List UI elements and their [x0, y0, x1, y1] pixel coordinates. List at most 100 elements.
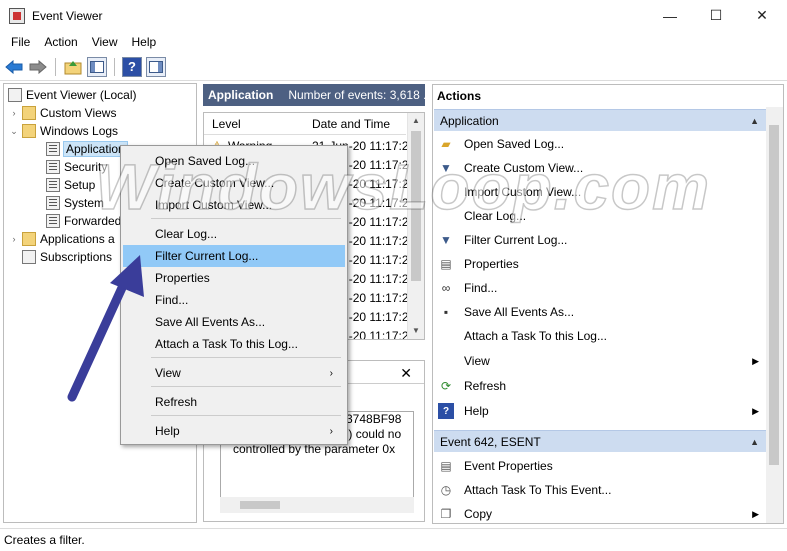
action-copy[interactable]: ❐ Copy ▶ [434, 502, 767, 523]
copy-icon: ❐ [440, 507, 452, 521]
close-button[interactable]: ✕ [739, 0, 785, 31]
action-attach-task-event[interactable]: ◷ Attach Task To This Event... [434, 478, 767, 502]
minimize-button[interactable]: — [647, 0, 693, 31]
action-filter-current-log[interactable]: ▼ Filter Current Log... [434, 228, 767, 252]
scroll-down-icon[interactable]: ▼ [408, 323, 424, 339]
action-clear-log[interactable]: Clear Log... [434, 204, 767, 228]
help-icon[interactable]: ? [122, 56, 142, 77]
menu-bar: File Action View Help [0, 31, 787, 53]
open-folder-icon: ▰ [441, 137, 451, 151]
grid-scrollbar[interactable]: ▲ ▼ [407, 113, 424, 339]
ctx-clear-log[interactable]: Clear Log... [123, 223, 345, 245]
actions-title: Actions [437, 89, 482, 103]
show-hide-tree-icon[interactable] [87, 56, 107, 77]
filter-icon: ▼ [440, 161, 452, 175]
actions-group-event[interactable]: Event 642, ESENT ▲ [434, 430, 767, 452]
ctx-refresh[interactable]: Refresh [123, 391, 345, 413]
forward-arrow-icon[interactable] [28, 57, 48, 77]
action-open-saved-log[interactable]: ▰ Open Saved Log... [434, 132, 767, 156]
actions-group-application[interactable]: Application ▲ [434, 109, 767, 131]
menu-separator [151, 357, 341, 358]
log-icon [46, 160, 60, 174]
maximize-button[interactable]: ☐ [693, 0, 739, 31]
log-icon [46, 196, 60, 210]
filter-icon: ▼ [440, 233, 452, 247]
detail-hscrollbar[interactable] [220, 497, 414, 513]
log-header: Application Number of events: 3,618 ... [203, 84, 425, 106]
binoculars-icon: ∞ [441, 281, 451, 295]
status-text: Creates a filter. [4, 533, 85, 547]
folder-icon [22, 106, 36, 120]
submenu-arrow-icon: › [329, 367, 333, 379]
tree-node-custom-views[interactable]: › Custom Views [8, 104, 116, 122]
expand-icon[interactable]: › [8, 108, 20, 118]
subscriptions-icon [22, 250, 36, 264]
toolbar-separator [55, 57, 56, 76]
action-create-custom-view[interactable]: ▼ Create Custom View... [434, 156, 767, 180]
collapse-icon[interactable]: ⌄ [8, 126, 20, 137]
actions-scrollbar[interactable] [766, 107, 783, 523]
menu-help[interactable]: Help [125, 35, 164, 49]
ctx-find[interactable]: Find... [123, 289, 345, 311]
tree-node-windows-logs[interactable]: ⌄ Windows Logs [8, 122, 118, 140]
window-title: Event Viewer [32, 8, 103, 23]
tree-node-root[interactable]: Event Viewer (Local) [6, 86, 137, 104]
tree-node-apps-services[interactable]: › Applications a [8, 230, 115, 248]
scroll-thumb[interactable] [240, 501, 280, 509]
tree-node-application[interactable]: Application [44, 140, 128, 158]
tree-node-security[interactable]: Security [44, 158, 107, 176]
help-icon: ? [438, 403, 454, 419]
up-folder-icon[interactable] [63, 57, 83, 77]
action-refresh[interactable]: ⟳ Refresh [434, 374, 767, 398]
ctx-view[interactable]: View › [123, 362, 345, 384]
collapse-up-icon[interactable]: ▲ [750, 116, 759, 126]
tree-node-forwarded[interactable]: Forwarded [44, 212, 121, 230]
ctx-attach-task[interactable]: Attach a Task To this Log... [123, 333, 345, 355]
ctx-filter-current-log[interactable]: Filter Current Log... [123, 245, 345, 267]
collapse-up-icon[interactable]: ▲ [750, 437, 759, 447]
tree-node-setup[interactable]: Setup [44, 176, 95, 194]
menu-separator [151, 218, 341, 219]
ctx-create-custom-view[interactable]: Create Custom View... [123, 172, 345, 194]
ctx-properties[interactable]: Properties [123, 267, 345, 289]
ctx-help[interactable]: Help › [123, 420, 345, 442]
action-find[interactable]: ∞ Find... [434, 276, 767, 300]
show-hide-action-pane-icon[interactable] [146, 56, 166, 77]
column-date-time[interactable]: Date and Time [312, 117, 390, 131]
close-icon[interactable]: ✕ [400, 365, 412, 382]
scroll-up-icon[interactable]: ▲ [408, 113, 424, 129]
event-count: Number of events: 3,618 ... [288, 88, 425, 102]
log-icon [46, 214, 60, 228]
action-save-all-events[interactable]: ▪ Save All Events As... [434, 300, 767, 324]
action-import-custom-view[interactable]: Import Custom View... [434, 180, 767, 204]
toolbar-separator [114, 57, 115, 76]
submenu-arrow-icon: › [329, 425, 333, 437]
tree-node-system[interactable]: System [44, 194, 104, 212]
actions-pane: Actions Application ▲ ▰ Open Saved Log...… [432, 84, 784, 524]
action-help[interactable]: ? Help ▶ [434, 399, 767, 423]
submenu-arrow-icon: ▶ [752, 508, 759, 519]
column-level[interactable]: Level [212, 117, 241, 131]
expand-icon[interactable]: › [8, 234, 20, 244]
action-attach-task-log[interactable]: Attach a Task To this Log... [434, 324, 767, 348]
task-icon: ◷ [440, 483, 452, 497]
back-arrow-icon[interactable] [4, 57, 24, 77]
action-properties[interactable]: ▤ Properties [434, 252, 767, 276]
refresh-icon: ⟳ [440, 379, 452, 393]
scroll-thumb[interactable] [411, 131, 421, 281]
scroll-thumb[interactable] [769, 125, 779, 465]
ctx-open-saved-log[interactable]: Open Saved Log... [123, 150, 345, 172]
menu-action[interactable]: Action [37, 35, 84, 49]
action-view[interactable]: View ▶ [434, 349, 767, 373]
save-icon: ▪ [443, 305, 449, 319]
log-name: Application [208, 88, 274, 102]
menu-file[interactable]: File [4, 35, 37, 49]
ctx-save-all-events[interactable]: Save All Events As... [123, 311, 345, 333]
event-viewer-icon [9, 7, 25, 24]
action-event-properties[interactable]: ▤ Event Properties [434, 454, 767, 478]
menu-view[interactable]: View [85, 35, 125, 49]
submenu-arrow-icon: ▶ [752, 355, 759, 366]
menu-separator [151, 415, 341, 416]
ctx-import-custom-view[interactable]: Import Custom View... [123, 194, 345, 216]
log-icon [46, 178, 60, 192]
